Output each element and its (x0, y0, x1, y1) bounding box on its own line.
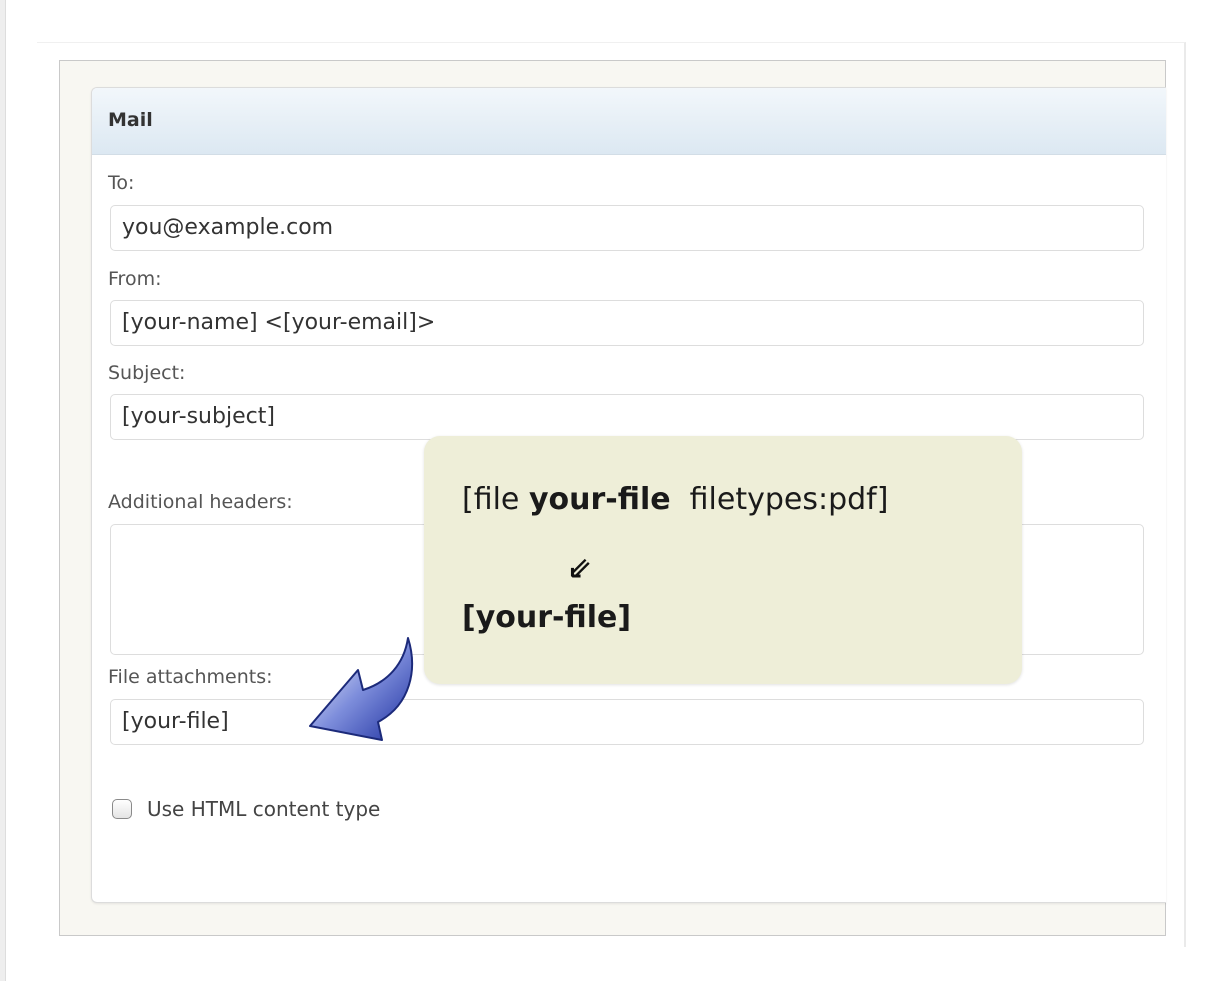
from-label: From: (108, 268, 162, 290)
file-tag-callout: [file your-file filetypes:pdf] ⇙ [your-f… (424, 436, 1022, 684)
left-edge-rule (0, 0, 6, 981)
subject-field[interactable]: [your-subject] (110, 394, 1144, 440)
subject-label: Subject: (108, 362, 186, 384)
to-label: To: (108, 172, 135, 194)
panel-header: Mail (92, 88, 1166, 155)
down-left-double-arrow-icon: ⇙ (567, 551, 593, 586)
additional-headers-label: Additional headers: (108, 491, 293, 513)
callout-tag-suffix: filetypes:pdf] (670, 482, 889, 517)
callout-tag-prefix: [file (462, 482, 529, 517)
callout-file-tag: [file your-file filetypes:pdf] (462, 482, 888, 517)
callout-mail-tag: [your-file] (462, 600, 632, 635)
file-attachments-label: File attachments: (108, 666, 273, 688)
to-field[interactable]: you@example.com (110, 205, 1144, 251)
html-content-type-checkbox[interactable] (112, 799, 132, 819)
file-attachments-field[interactable]: [your-file] (110, 699, 1144, 745)
html-content-type-label[interactable]: Use HTML content type (147, 797, 380, 821)
panel-title: Mail (108, 109, 153, 131)
from-field[interactable]: [your-name] <[your-email]> (110, 300, 1144, 346)
curved-arrow-icon (309, 637, 414, 741)
callout-tag-name: your-file (528, 482, 671, 517)
